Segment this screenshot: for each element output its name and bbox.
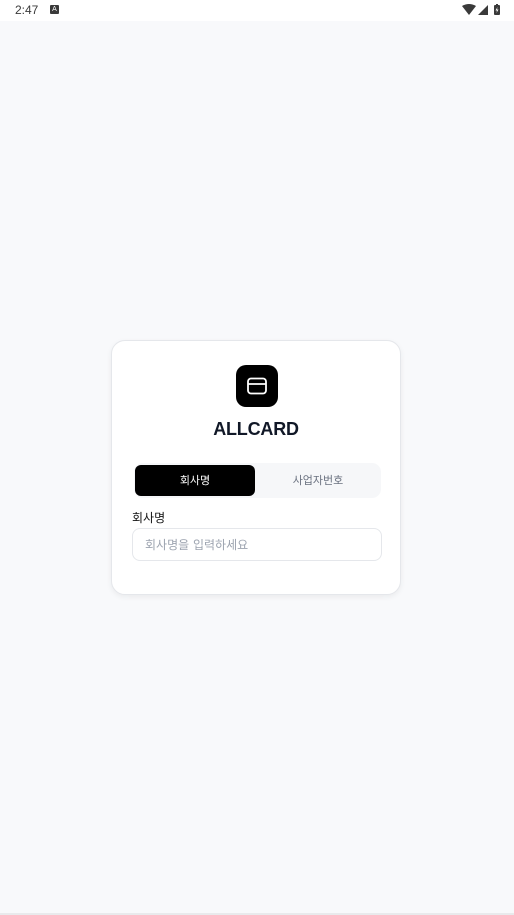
app-logo <box>236 365 278 407</box>
battery-icon <box>494 4 500 15</box>
credit-card-icon <box>247 377 267 395</box>
tab-company-name[interactable]: 회사명 <box>135 465 255 496</box>
company-name-input[interactable] <box>132 528 382 561</box>
notification-icon: A <box>50 5 59 14</box>
company-name-label: 회사명 <box>132 511 166 525</box>
brand-title: ALLCARD <box>213 419 299 439</box>
search-type-tabs: 회사명 사업자번호 <box>134 463 381 498</box>
status-icons <box>462 4 502 16</box>
wifi-icon <box>462 4 476 15</box>
tab-business-number[interactable]: 사업자번호 <box>256 465 380 496</box>
status-bar: 2:47 A <box>0 0 514 21</box>
status-time: 2:47 <box>15 3 39 17</box>
signal-icon <box>478 5 488 15</box>
login-card: ALLCARD 회사명 사업자번호 회사명 <box>111 340 401 595</box>
